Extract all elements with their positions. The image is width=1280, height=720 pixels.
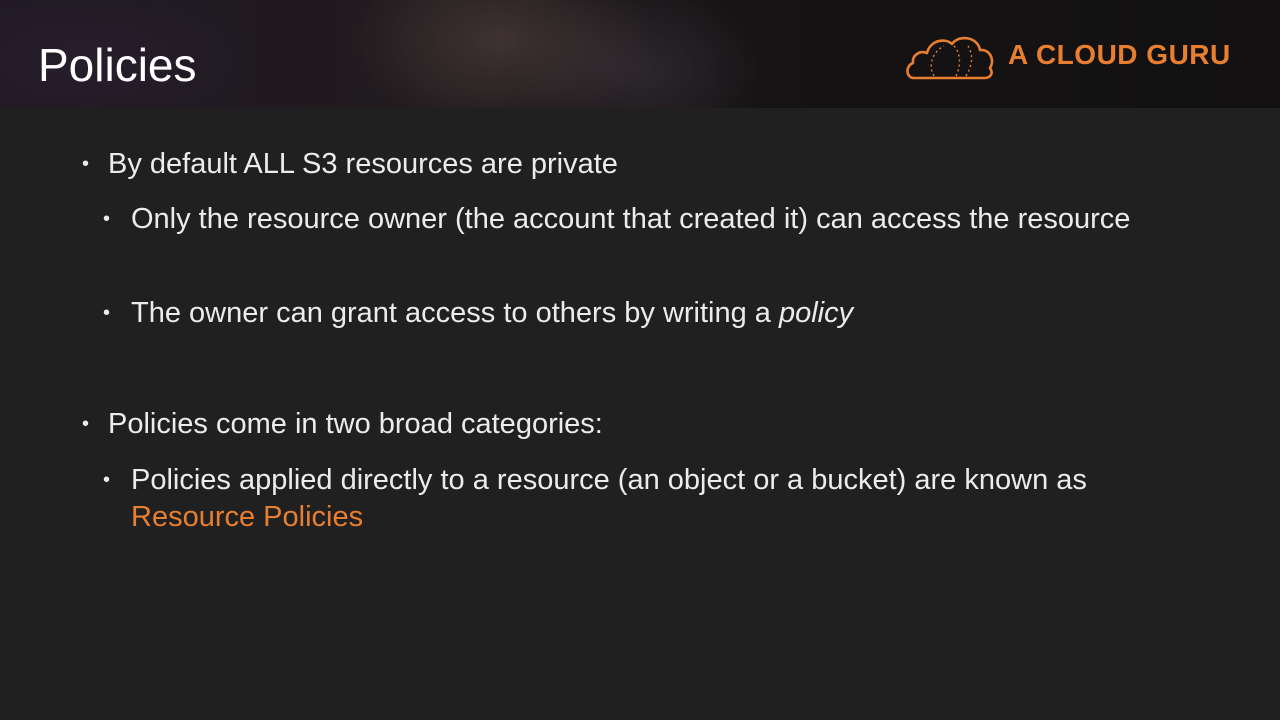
bullet-dot: • [103,469,111,491]
brand-name: A CLOUD GURU [1008,39,1231,70]
sub-bullet-item: • The owner can grant access to others b… [103,295,1211,332]
resource-policies-highlight: Resource Policies [131,501,364,533]
bullet-text: Policies applied directly to a resource … [131,464,1087,496]
bullet-dot: • [82,413,90,435]
bullet-item: • Policies come in two broad categories: [82,406,1228,443]
sub-bullet-item: • Policies applied directly to a resourc… [103,462,1211,536]
bullet-item: • By default ALL S3 resources are privat… [82,146,1228,183]
sub-bullet-item: • Only the resource owner (the account t… [103,201,1211,238]
bullet-text: The owner can grant access to others by … [131,297,779,329]
bullet-text: By default ALL S3 resources are private [108,148,618,180]
bullet-dot: • [103,208,111,230]
slide: Policies A CLOUD GURU • By default ALL S… [0,0,1280,720]
slide-title: Policies [38,39,197,91]
cloud-logo-icon [906,36,994,80]
bullet-text: Policies come in two broad categories: [108,408,603,440]
brand-logo: A CLOUD GURU [904,28,1231,82]
bullet-emphasis: policy [778,297,854,329]
bullet-text: Only the resource owner (the account tha… [131,203,1131,235]
bullet-dot: • [82,153,90,175]
bullet-dot: • [103,302,111,324]
